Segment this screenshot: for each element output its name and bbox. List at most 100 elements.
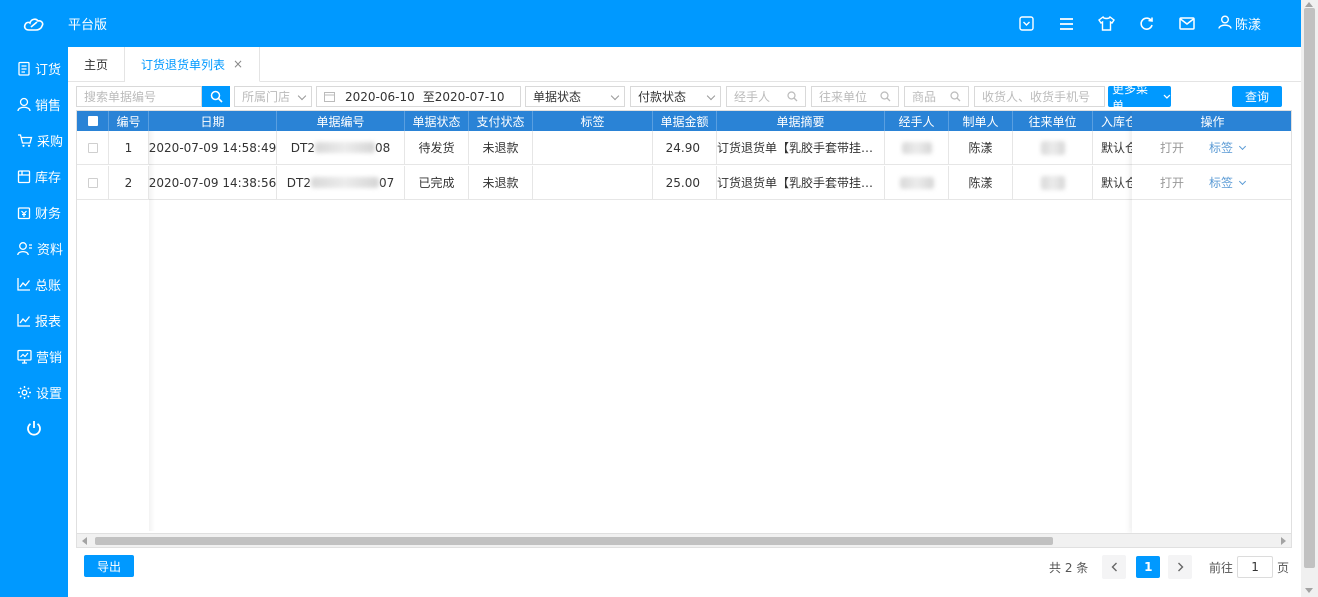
refresh-icon[interactable] xyxy=(1138,15,1156,33)
col-no[interactable]: 编号 xyxy=(109,111,149,131)
open-button[interactable]: 打开 xyxy=(1160,139,1184,156)
row-checkbox[interactable] xyxy=(77,131,109,164)
scrollbar-thumb[interactable] xyxy=(95,537,1053,545)
dropdown-box-icon[interactable] xyxy=(1018,15,1036,33)
pay-status-select[interactable]: 付款状态 xyxy=(630,86,721,107)
menu-icon[interactable] xyxy=(1058,15,1076,33)
profile-icon xyxy=(17,241,32,255)
filter-bar: 搜索单据编号 所属门店 2020-06-10 至2020-07-10 单据状态 … xyxy=(76,82,1286,113)
sidebar-item-purchase[interactable]: 采购 xyxy=(0,122,68,158)
tab-home[interactable]: 主页 xyxy=(68,47,126,82)
prev-page-button[interactable] xyxy=(1102,555,1127,579)
partner-input[interactable]: 往来单位 xyxy=(811,86,899,107)
search-icon xyxy=(787,91,798,102)
sidebar: 订货 销售 采购 库存 财务 资料 总账 报表 营销 设置 xyxy=(0,47,68,597)
chevron-down-icon xyxy=(1163,94,1171,99)
col-partner[interactable]: 往来单位 xyxy=(1013,111,1093,131)
doc-status-select[interactable]: 单据状态 xyxy=(525,86,625,107)
chevron-down-icon xyxy=(297,91,307,101)
close-icon[interactable]: × xyxy=(233,57,243,71)
chevron-left-icon xyxy=(1111,562,1117,572)
chevron-down-icon xyxy=(610,91,620,101)
fixed-column-shadow xyxy=(149,131,155,531)
search-input[interactable]: 搜索单据编号 xyxy=(76,86,202,107)
col-maker[interactable]: 制单人 xyxy=(949,111,1013,131)
search-icon xyxy=(210,90,223,103)
table-header: 编号 日期 单据编号 单据状态 支付状态 标签 单据金额 单据摘要 经手人 制单… xyxy=(77,111,1291,131)
col-amount[interactable]: 单据金额 xyxy=(653,111,717,131)
sales-icon xyxy=(17,97,31,111)
tab-order-return-list[interactable]: 订货退货单列表 × xyxy=(125,47,261,82)
select-all-checkbox[interactable] xyxy=(77,111,109,131)
sidebar-item-ledger[interactable]: 总账 xyxy=(0,266,68,302)
scroll-up-arrow-icon[interactable] xyxy=(1305,2,1313,7)
chevron-down-icon xyxy=(1238,177,1247,185)
report-chart-icon xyxy=(17,314,31,327)
table-horizontal-scrollbar[interactable] xyxy=(77,533,1291,547)
total-count: 共 2 条 xyxy=(1049,560,1089,575)
search-icon xyxy=(950,91,961,102)
tag-dropdown[interactable]: 标签 xyxy=(1209,139,1247,156)
doc-number: DT2 07 xyxy=(277,166,405,199)
next-page-button[interactable] xyxy=(1168,555,1193,579)
brand-title: 平台版 xyxy=(68,18,108,33)
col-doc-no[interactable]: 单据编号 xyxy=(277,111,405,131)
tab-bar: 主页 订货退货单列表 × xyxy=(68,47,1301,82)
more-menu-button[interactable]: 更多菜单 xyxy=(1108,82,1171,113)
shirt-icon[interactable] xyxy=(1098,15,1116,33)
handler-redacted xyxy=(885,166,949,199)
export-button[interactable]: 导出 xyxy=(84,555,134,577)
sidebar-item-order[interactable]: 订货 xyxy=(0,50,68,86)
sidebar-item-settings[interactable]: 设置 xyxy=(0,374,68,410)
tag-dropdown[interactable]: 标签 xyxy=(1209,174,1247,191)
row-checkbox[interactable] xyxy=(77,166,109,199)
sidebar-item-sales[interactable]: 销售 xyxy=(0,86,68,122)
user-menu[interactable]: 陈漾 xyxy=(1218,14,1261,33)
inventory-icon xyxy=(17,169,31,183)
col-date[interactable]: 日期 xyxy=(149,111,277,131)
table-row[interactable]: 1 2020-07-09 14:58:49 DT2 08 待发货 未退款 24.9… xyxy=(77,131,1291,165)
search-button[interactable] xyxy=(202,86,230,107)
cart-icon xyxy=(18,133,33,147)
power-button[interactable] xyxy=(0,410,68,446)
receiver-input[interactable]: 收货人、收货手机号 xyxy=(974,86,1105,107)
col-summary[interactable]: 单据摘要 xyxy=(717,111,885,131)
order-icon xyxy=(18,61,30,76)
cloud-logo-icon[interactable] xyxy=(0,0,68,47)
mail-icon[interactable] xyxy=(1178,15,1196,33)
pagination: 共 2 条 1 xyxy=(1049,555,1193,579)
redacted-blur xyxy=(314,142,375,153)
scroll-left-arrow-icon[interactable] xyxy=(82,537,87,545)
goto-page-input[interactable]: 1 xyxy=(1237,556,1274,578)
sidebar-item-finance[interactable]: 财务 xyxy=(0,194,68,230)
col-status[interactable]: 单据状态 xyxy=(405,111,469,131)
date-range-picker[interactable]: 2020-06-10 至2020-07-10 xyxy=(316,86,521,107)
partner-redacted xyxy=(1013,131,1093,164)
sidebar-item-report[interactable]: 报表 xyxy=(0,302,68,338)
page-number-current[interactable]: 1 xyxy=(1136,556,1161,578)
search-icon xyxy=(880,91,891,102)
goto-page: 前往 1 页 xyxy=(1209,555,1289,579)
user-icon xyxy=(1218,15,1232,33)
operation-column: 操作 打开 标签 打开 标签 xyxy=(1132,111,1291,533)
table-row[interactable]: 2 2020-07-09 14:38:56 DT2 07 已完成 未退款 25.0… xyxy=(77,166,1291,200)
product-input[interactable]: 商品 xyxy=(904,86,969,107)
store-select[interactable]: 所属门店 xyxy=(234,86,312,107)
col-pay-status[interactable]: 支付状态 xyxy=(469,111,533,131)
sidebar-item-inventory[interactable]: 库存 xyxy=(0,158,68,194)
query-button[interactable]: 查询 xyxy=(1232,86,1282,107)
open-button[interactable]: 打开 xyxy=(1160,174,1184,191)
sidebar-item-profile[interactable]: 资料 xyxy=(0,230,68,266)
col-handler[interactable]: 经手人 xyxy=(885,111,949,131)
handler-input[interactable]: 经手人 xyxy=(726,86,806,107)
col-tag[interactable]: 标签 xyxy=(533,111,653,131)
scroll-right-arrow-icon[interactable] xyxy=(1281,537,1286,545)
finance-icon xyxy=(17,206,31,219)
partner-redacted xyxy=(1013,166,1093,199)
power-icon xyxy=(27,421,41,436)
user-name: 陈漾 xyxy=(1234,18,1261,33)
scroll-down-arrow-icon[interactable] xyxy=(1305,588,1313,593)
sidebar-item-marketing[interactable]: 营销 xyxy=(0,338,68,374)
page-vertical-scrollbar[interactable] xyxy=(1301,0,1318,597)
scrollbar-thumb[interactable] xyxy=(1304,8,1315,568)
